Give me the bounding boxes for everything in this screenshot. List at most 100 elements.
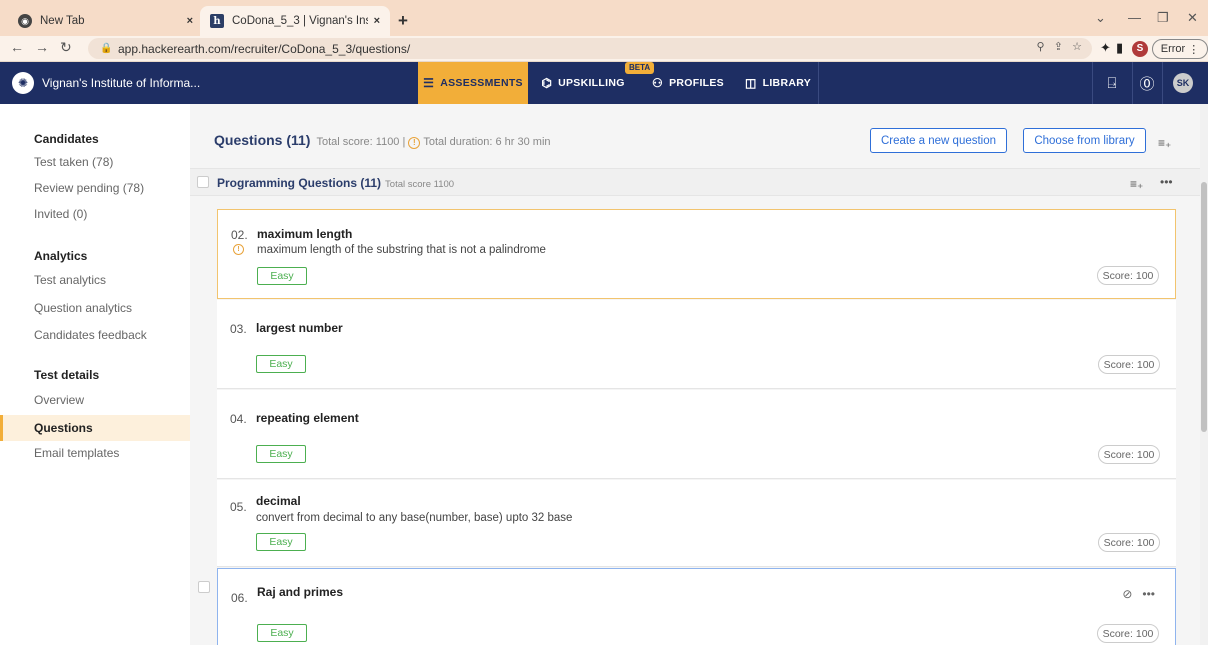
question-title[interactable]: largest number (256, 321, 343, 335)
difficulty-badge: Easy (256, 533, 306, 551)
question-title[interactable]: Raj and primes (257, 585, 343, 599)
page-title: Questions (11) (214, 132, 311, 148)
question-card[interactable]: 06. Raj and primes ⊘ ••• Easy Score: 100 (217, 568, 1176, 645)
library-icon: ◫ (744, 76, 757, 90)
question-title[interactable]: repeating element (256, 411, 359, 425)
browser-tab-new-tab[interactable]: ◉ New Tab × (8, 6, 203, 36)
question-number: 04. (230, 412, 247, 426)
question-number: 06. (231, 591, 248, 605)
divider (818, 62, 819, 104)
card-actions: ⊘ ••• (1122, 587, 1155, 601)
institute-logo-icon: ✺ (12, 72, 34, 94)
divider (1162, 62, 1163, 104)
question-number: 05. (230, 500, 247, 514)
omnibox-icons[interactable]: ⚲ ⇪ ☆ (1037, 40, 1082, 53)
question-number: 03. (230, 322, 247, 336)
tab-label: CoDona_5_3 | Vignan's Institute of (232, 15, 368, 27)
brand[interactable]: ✺ Vignan's Institute of Informa... (12, 72, 200, 94)
sidebar-item-question-analytics[interactable]: Question analytics (0, 295, 190, 321)
nav-library[interactable]: ◫ LIBRARY (738, 62, 818, 104)
add-list-icon[interactable]: ≡₊ (1130, 177, 1143, 191)
total-duration: Total duration: 6 hr 30 min (423, 136, 551, 148)
question-title[interactable]: decimal (256, 494, 301, 508)
sidebar-section-candidates: Candidates (34, 132, 99, 146)
sidebar-section-test-details: Test details (34, 368, 100, 382)
more-options-icon[interactable]: ••• (1160, 175, 1173, 189)
question-number: 02. (231, 228, 248, 242)
nav-upskilling[interactable]: ⌬ UPSKILLING (528, 62, 638, 104)
reload-icon[interactable]: ↻ (60, 39, 72, 56)
question-checkbox[interactable] (198, 581, 210, 593)
url-text: app.hackerearth.com/recruiter/CoDona_5_3… (118, 41, 411, 56)
sidebar-item-questions[interactable]: Questions (0, 415, 190, 441)
sidebar-item-overview[interactable]: Overview (0, 387, 190, 413)
brand-name: Vignan's Institute of Informa... (42, 76, 201, 90)
browser-profile-avatar[interactable]: S (1132, 41, 1148, 57)
close-icon[interactable]: × (374, 15, 380, 27)
difficulty-badge: Easy (256, 445, 306, 463)
create-question-button[interactable]: Create a new question (870, 128, 1007, 153)
minimize-icon[interactable]: — (1128, 10, 1141, 25)
score-badge: Score: 100 (1098, 445, 1160, 464)
sidebar-item-review-pending[interactable]: Review pending (78) (0, 175, 190, 201)
side-panel-icon[interactable]: ▮ (1116, 40, 1123, 56)
close-icon[interactable]: × (187, 15, 193, 27)
sidebar-section-analytics: Analytics (34, 249, 88, 263)
globe-icon: ◉ (18, 14, 32, 28)
difficulty-badge: Easy (257, 624, 307, 642)
score-badge: Score: 100 (1097, 624, 1159, 643)
sidebar-item-invited[interactable]: Invited (0) (0, 201, 190, 227)
tab-label: New Tab (40, 15, 85, 27)
profiles-icon: ⚇ (652, 76, 664, 90)
add-user-icon[interactable]: ⍈ (1092, 62, 1132, 104)
score-badge: Score: 100 (1098, 533, 1160, 552)
sidebar: Candidates Test taken (78) Review pendin… (0, 104, 190, 645)
section-title: Programming Questions (11) Total score 11… (217, 176, 455, 190)
error-menu-button[interactable]: Error ⋮ (1152, 39, 1208, 59)
maximize-icon[interactable]: ❐ (1157, 10, 1169, 26)
section-checkbox[interactable] (197, 176, 209, 188)
warning-icon: ! (408, 136, 421, 149)
address-bar-row: ← → ↻ 🔒 app.hackerearth.com/recruiter/Co… (0, 36, 1208, 62)
question-card[interactable]: 04. repeating element Easy Score: 100 (217, 390, 1176, 479)
upskilling-icon: ⌬ (541, 76, 553, 90)
forward-icon[interactable]: → (35, 39, 49, 55)
app-header: ✺ Vignan's Institute of Informa... ☰ ASS… (0, 62, 1208, 104)
browser-tab-codona[interactable]: h CoDona_5_3 | Vignan's Institute of × (200, 6, 390, 36)
sidebar-item-email-templates[interactable]: Email templates (0, 440, 190, 466)
back-icon[interactable]: ← (10, 39, 24, 55)
questions-header: Questions (11) Total score: 1100 | ! Tot… (214, 132, 551, 149)
score-badge: Score: 100 (1097, 266, 1159, 285)
hide-icon[interactable]: ⊘ (1122, 587, 1132, 601)
more-options-icon[interactable]: ••• (1142, 587, 1155, 601)
extensions-icon[interactable]: ✦ (1100, 40, 1111, 56)
score-badge: Score: 100 (1098, 355, 1160, 374)
nav-assessments[interactable]: ☰ ASSESSMENTS (418, 62, 528, 104)
tab-search-icon[interactable]: ⌄ (1095, 10, 1106, 26)
lock-icon: 🔒 (100, 43, 113, 54)
window-close-icon[interactable]: ✕ (1187, 10, 1198, 26)
sidebar-item-test-analytics[interactable]: Test analytics (0, 267, 190, 293)
add-list-icon[interactable]: ≡₊ (1158, 136, 1171, 150)
question-card[interactable]: 03. largest number Easy Score: 100 (217, 300, 1176, 389)
new-tab-button[interactable]: + (398, 11, 408, 31)
question-description: maximum length of the substring that is … (257, 244, 546, 256)
scrollbar-thumb[interactable] (1201, 182, 1207, 432)
menu-icon: ☰ (423, 76, 435, 90)
hackerearth-icon: h (210, 14, 224, 28)
question-description: convert from decimal to any base(number,… (256, 512, 573, 524)
question-card[interactable]: 05. decimal convert from decimal to any … (217, 480, 1176, 567)
question-card[interactable]: 02. maximum length ! maximum length of t… (217, 209, 1176, 299)
difficulty-badge: Easy (257, 267, 307, 285)
user-avatar[interactable]: SK (1173, 73, 1193, 93)
question-title[interactable]: maximum length (257, 227, 352, 241)
sidebar-item-test-taken[interactable]: Test taken (78) (0, 149, 190, 175)
browser-tab-strip: ◉ New Tab × h CoDona_5_3 | Vignan's Inst… (0, 0, 1208, 36)
choose-from-library-button[interactable]: Choose from library (1023, 128, 1146, 153)
total-score: Total score: 1100 | (316, 136, 406, 148)
url-bar[interactable]: 🔒 app.hackerearth.com/recruiter/CoDona_5… (88, 38, 1092, 59)
beta-badge: BETA (625, 62, 655, 74)
main-content: Questions (11) Total score: 1100 | ! Tot… (190, 104, 1200, 645)
sidebar-item-candidates-feedback[interactable]: Candidates feedback (0, 322, 190, 348)
help-icon[interactable]: ⓪ (1132, 62, 1162, 104)
